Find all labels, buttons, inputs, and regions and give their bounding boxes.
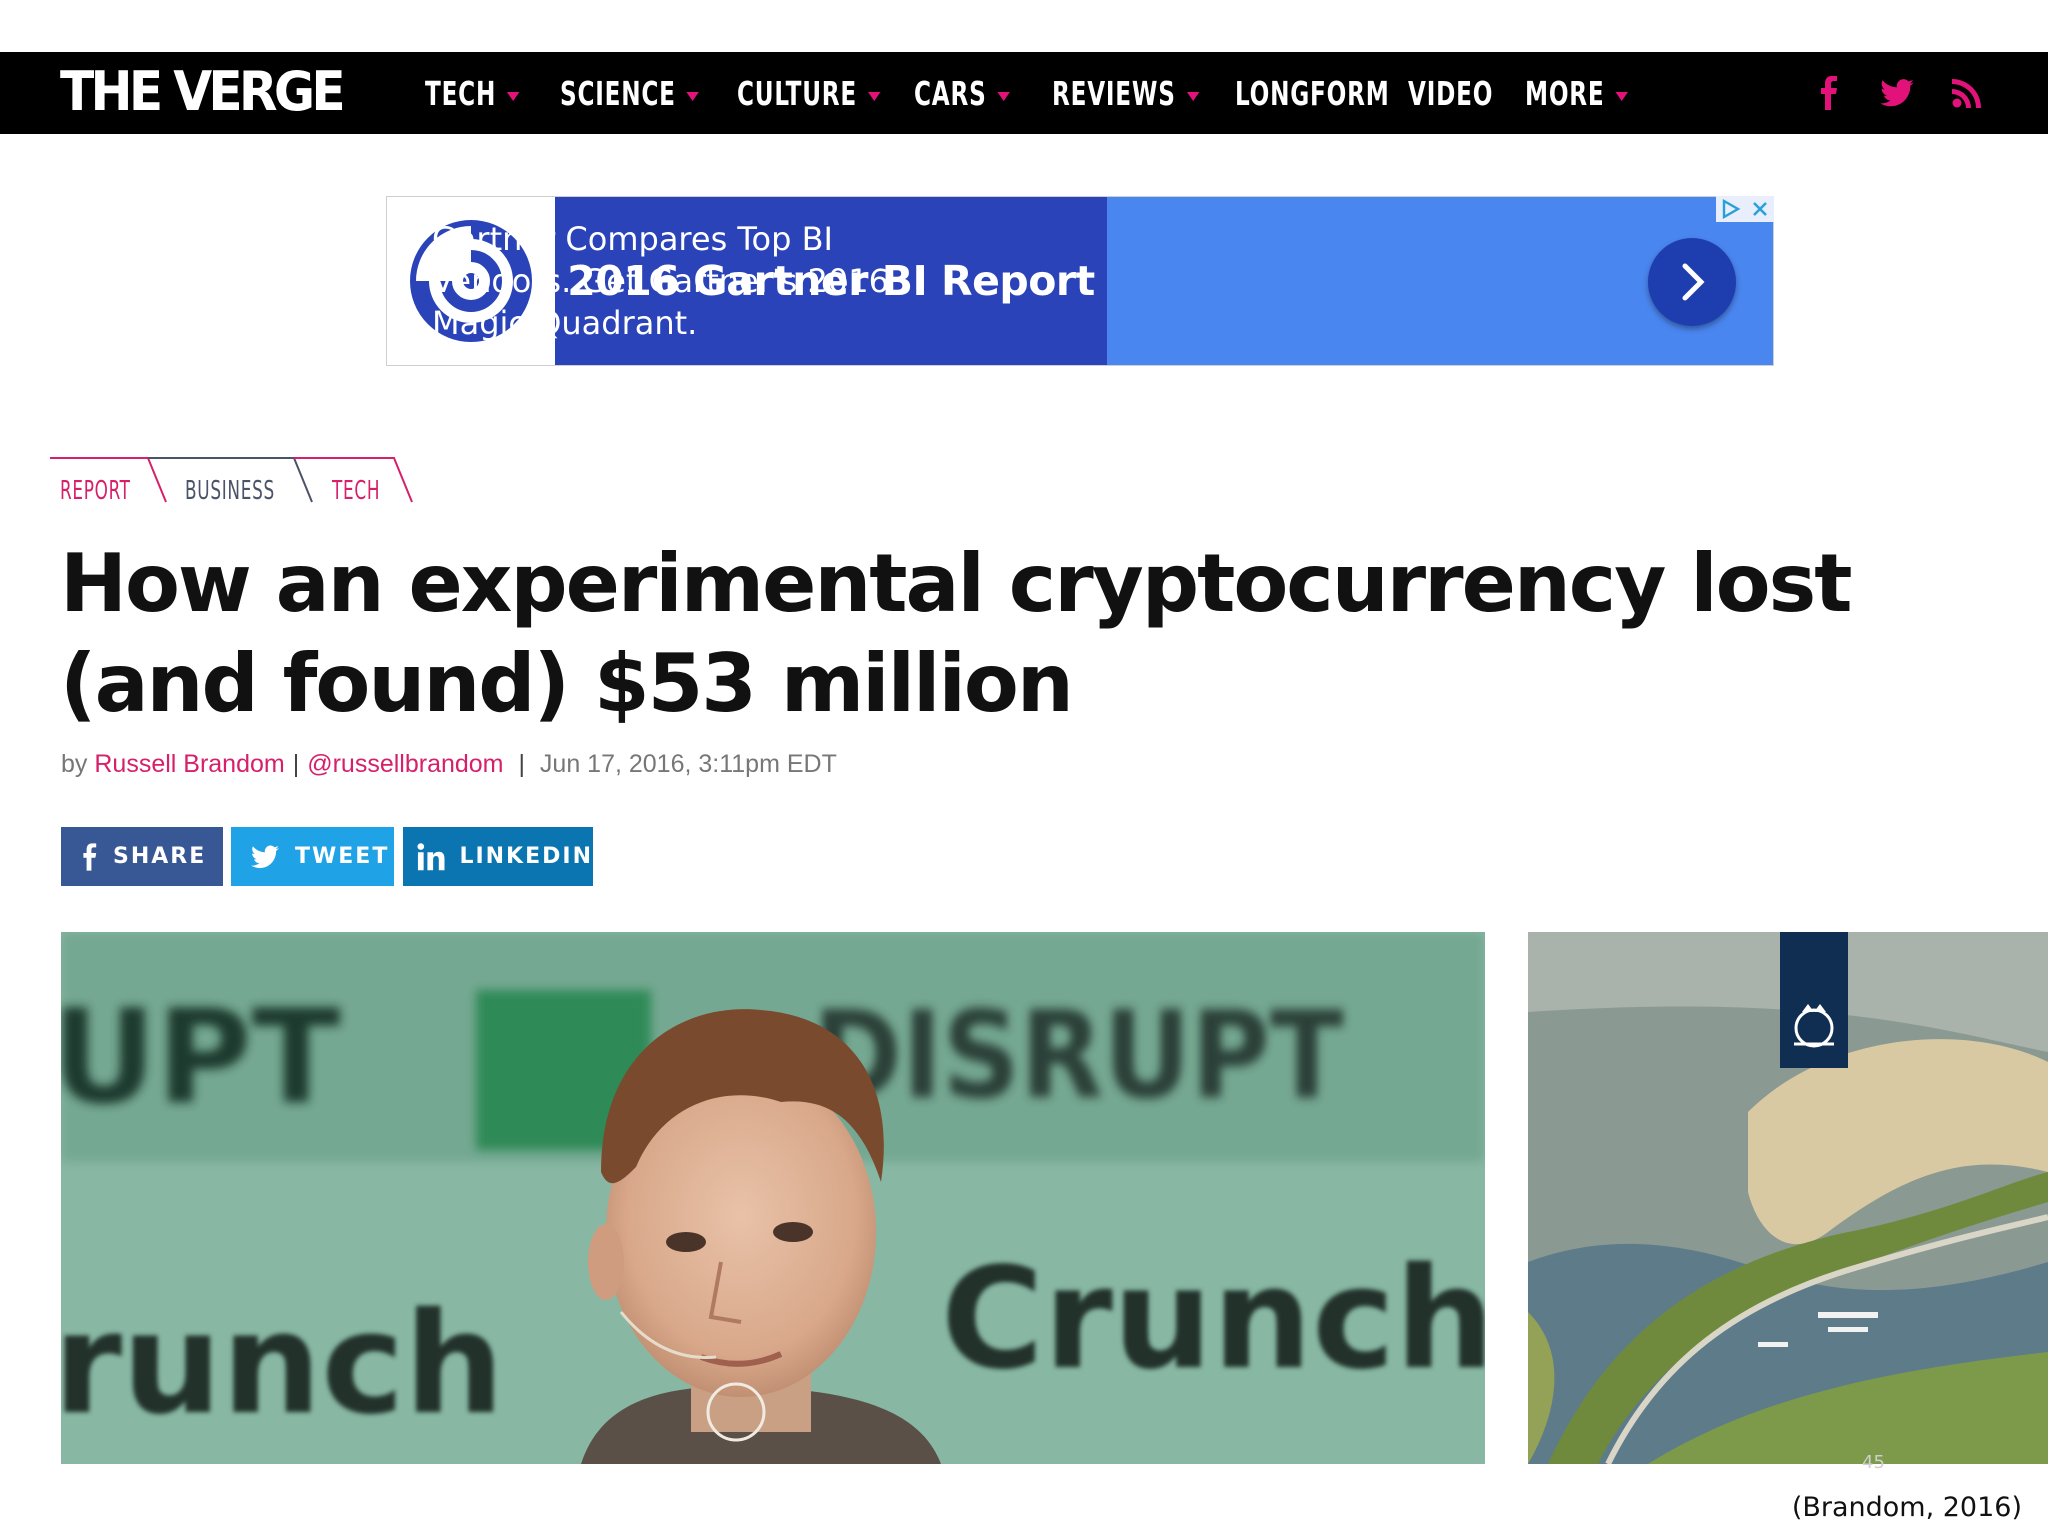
rss-icon xyxy=(1952,79,1981,108)
hero-text-top: DISRUPT xyxy=(813,986,1344,1126)
nav-item-video[interactable]: VIDEO xyxy=(1408,52,1493,134)
breadcrumb-business[interactable]: BUSINESS xyxy=(185,476,275,506)
slide-citation: (Brandom, 2016) xyxy=(1791,1492,2022,1523)
nav-item-label: CULTURE xyxy=(737,73,858,113)
nav-item-label: LONGFORM xyxy=(1235,73,1390,113)
article-headline: How an experimental cryptocurrency lost … xyxy=(60,537,1852,730)
twitter-icon xyxy=(251,844,279,868)
nav-item-longform[interactable]: LONGFORM xyxy=(1235,52,1390,134)
article-hero-image: UPT DISRUPT runch Crunch xyxy=(61,932,1485,1464)
author-handle-link[interactable]: @russellbrandom xyxy=(307,750,503,778)
site-logo[interactable]: THE VERGE xyxy=(60,60,346,124)
share-facebook-label: SHARE xyxy=(113,844,207,869)
hero-text-lower-right: Crunch xyxy=(941,1238,1485,1401)
twitter-icon xyxy=(1880,79,1914,107)
byline-prefix: by xyxy=(61,750,88,778)
hero-text-left: UPT xyxy=(61,981,341,1133)
author-link[interactable]: Russell Brandom xyxy=(94,750,284,778)
share-linkedin-label: LINKEDIN xyxy=(459,844,593,869)
breadcrumb: REPORT BUSINESS TECH xyxy=(50,456,430,506)
ad-choices[interactable] xyxy=(1716,196,1774,222)
adchoices-icon xyxy=(1722,199,1741,219)
chevron-right-icon xyxy=(1682,263,1705,301)
ad-next-button[interactable] xyxy=(1648,238,1736,326)
article-byline: by Russell Brandom | @russellbrandom | Jun… xyxy=(61,750,837,778)
close-icon[interactable] xyxy=(1751,200,1769,218)
share-linkedin-button[interactable]: LINKEDIN xyxy=(403,827,593,886)
ad-description: Gartner Compares Top BI Vendors. Get Gar… xyxy=(432,220,889,342)
publish-date: Jun 17, 2016, 3:11pm EDT xyxy=(539,750,837,778)
chevron-down-icon xyxy=(1186,91,1200,101)
linkedin-icon xyxy=(417,842,445,870)
nav-item-label: MORE xyxy=(1525,73,1605,113)
side-aerial-photo xyxy=(1528,932,2048,1464)
hero-text-lower-left: runch xyxy=(61,1283,504,1446)
nav-item-label: REVIEWS xyxy=(1052,73,1176,113)
facebook-icon xyxy=(1821,76,1837,110)
facebook-link[interactable] xyxy=(1818,52,1838,134)
top-nav-bar: THE VERGE TECH SCIENCE CULTURE CARS REVI… xyxy=(0,52,2048,134)
nav-item-science[interactable]: SCIENCE xyxy=(560,52,700,134)
share-twitter-button[interactable]: TWEET xyxy=(231,827,394,886)
aerial-illustration xyxy=(1528,932,2048,1464)
nav-item-label: SCIENCE xyxy=(560,73,676,113)
government-ribbon xyxy=(1780,932,1848,1068)
nav-item-tech[interactable]: TECH xyxy=(425,52,520,134)
chevron-down-icon xyxy=(997,91,1010,101)
share-twitter-label: TWEET xyxy=(295,844,390,869)
nav-item-label: VIDEO xyxy=(1408,73,1494,113)
nav-item-cars[interactable]: CARS xyxy=(914,52,1010,134)
nav-item-more[interactable]: MORE xyxy=(1525,52,1628,134)
chevron-down-icon xyxy=(507,91,520,101)
chevron-down-icon xyxy=(1615,91,1628,101)
share-facebook-button[interactable]: SHARE xyxy=(61,827,223,886)
facebook-icon xyxy=(83,842,97,871)
chevron-down-icon xyxy=(686,91,700,101)
slide-page-number: 45 xyxy=(1862,1452,1885,1473)
nav-item-reviews[interactable]: REVIEWS xyxy=(1052,52,1200,134)
breadcrumb-tech[interactable]: TECH xyxy=(332,476,380,506)
twitter-link[interactable] xyxy=(1880,52,1914,134)
nav-item-label: CARS xyxy=(914,73,987,113)
rss-link[interactable] xyxy=(1952,52,1982,134)
hero-illustration: UPT DISRUPT runch Crunch xyxy=(61,932,1485,1464)
breadcrumb-report[interactable]: REPORT xyxy=(60,476,131,506)
chevron-down-icon xyxy=(867,91,881,101)
nav-item-culture[interactable]: CULTURE xyxy=(737,52,881,134)
nav-item-label: TECH xyxy=(425,73,497,113)
